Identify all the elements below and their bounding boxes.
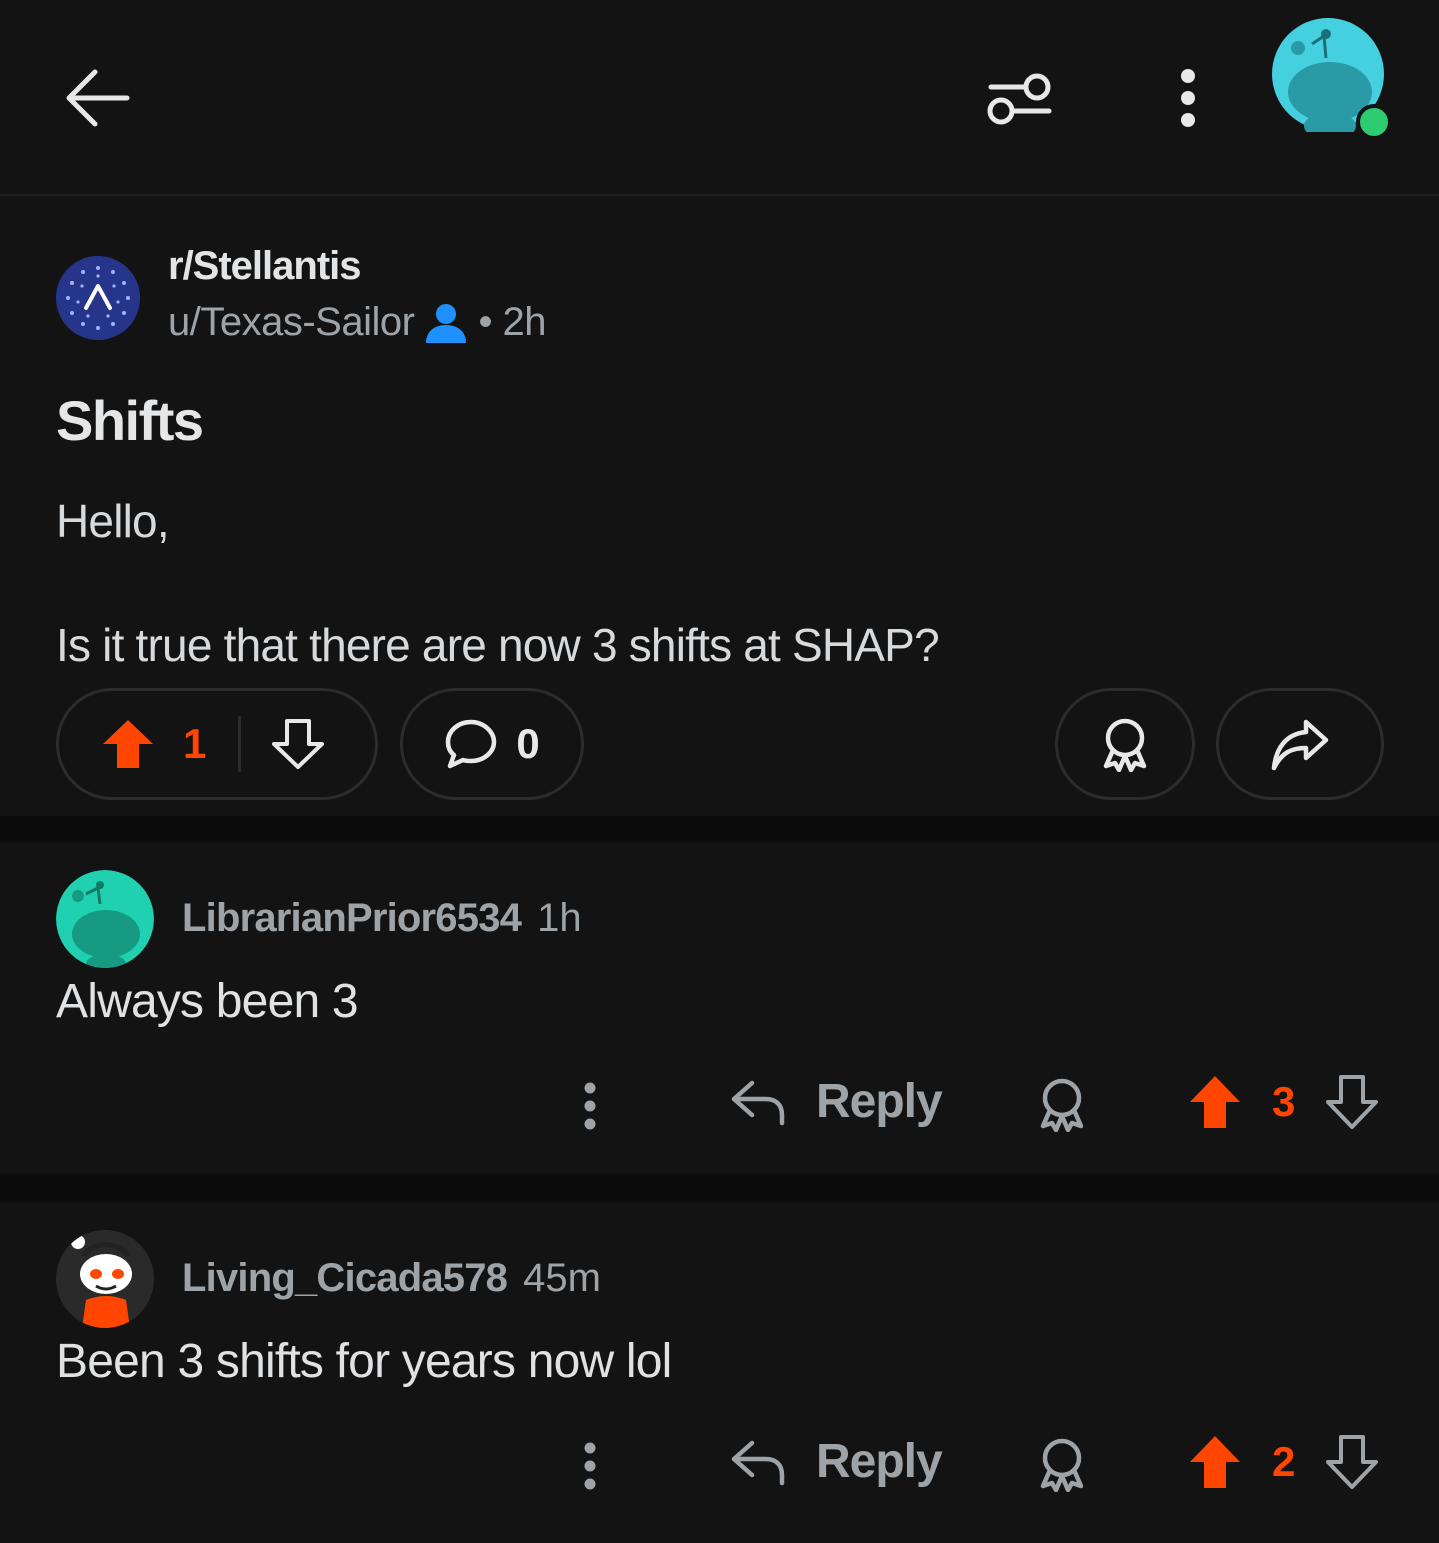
- top-app-bar: [0, 0, 1439, 196]
- upvote-icon[interactable]: [1188, 1434, 1242, 1490]
- vote-divider: [238, 716, 242, 772]
- comment-vote-count: 3: [1272, 1078, 1296, 1125]
- user-avatar[interactable]: [1272, 18, 1392, 140]
- section-divider: [0, 816, 1439, 842]
- comment-more-icon[interactable]: [570, 1076, 610, 1136]
- comment-more-icon[interactable]: [570, 1436, 610, 1496]
- award-button[interactable]: [1055, 688, 1195, 800]
- reply-label: Reply: [816, 1435, 943, 1488]
- share-button[interactable]: [1216, 688, 1384, 800]
- post-vote-bar: 1: [56, 688, 378, 800]
- upvote-icon[interactable]: [1188, 1074, 1242, 1130]
- reply-arrow-icon: [730, 1077, 786, 1127]
- comment-vote-bar: 2: [1188, 1434, 1379, 1490]
- comment-vote-count: 2: [1272, 1438, 1296, 1485]
- comment-username[interactable]: Living_Cicada578: [182, 1256, 508, 1301]
- post-title: Shifts: [56, 389, 204, 452]
- downvote-icon[interactable]: [1325, 1074, 1379, 1130]
- post-author[interactable]: u/Texas-Sailor: [168, 300, 415, 345]
- upvote-icon[interactable]: [101, 718, 155, 770]
- post-vote-count: 1: [183, 720, 207, 767]
- commenter-avatar[interactable]: [56, 870, 154, 968]
- comment-vote-bar: 3: [1188, 1074, 1379, 1130]
- post-meta: u/Texas-Sailor • 2h: [168, 300, 547, 345]
- comment-count: 0: [516, 720, 540, 767]
- section-divider: [0, 1174, 1439, 1202]
- post-body-line: Is it true that there are now 3 shifts a…: [56, 619, 940, 671]
- reply-arrow-icon: [730, 1437, 786, 1487]
- online-status-dot: [1356, 104, 1392, 140]
- award-icon: [1098, 716, 1152, 772]
- back-arrow-icon[interactable]: [56, 58, 140, 138]
- share-icon: [1270, 716, 1330, 772]
- comment-time: 45m: [523, 1256, 601, 1300]
- comment-bubble-icon: [444, 718, 498, 770]
- comment-body: Always been 3: [56, 975, 359, 1028]
- comment-award-icon[interactable]: [1034, 1074, 1090, 1134]
- comment-header: Living_Cicada578 45m: [182, 1256, 601, 1301]
- post-time: • 2h: [478, 300, 547, 344]
- post-body: Hello, Is it true that there are now 3 s…: [56, 490, 940, 676]
- reply-button[interactable]: Reply: [730, 1434, 943, 1489]
- sort-filter-icon[interactable]: [980, 62, 1060, 134]
- subreddit-name[interactable]: r/Stellantis: [168, 244, 362, 289]
- downvote-icon[interactable]: [271, 718, 325, 770]
- comment-username[interactable]: LibrarianPrior6534: [182, 896, 522, 941]
- post-body-line: Hello,: [56, 495, 170, 547]
- reply-label: Reply: [816, 1075, 943, 1128]
- commenter-avatar[interactable]: [56, 1230, 154, 1328]
- comment-award-icon[interactable]: [1034, 1434, 1090, 1494]
- user-icon: [424, 301, 468, 345]
- comment-header: LibrarianPrior6534 1h: [182, 896, 582, 941]
- reply-button[interactable]: Reply: [730, 1074, 943, 1129]
- more-vertical-icon[interactable]: [1164, 62, 1212, 134]
- subreddit-icon[interactable]: [56, 256, 140, 340]
- comment-body: Been 3 shifts for years now lol: [56, 1335, 672, 1388]
- comment-time: 1h: [537, 896, 582, 940]
- comments-button[interactable]: 0: [400, 688, 584, 800]
- downvote-icon[interactable]: [1325, 1434, 1379, 1490]
